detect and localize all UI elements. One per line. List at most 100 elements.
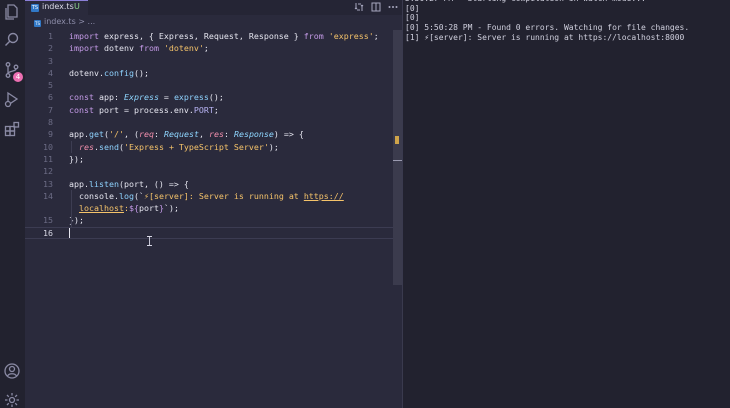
breadcrumb-separator: > bbox=[78, 17, 85, 26]
typescript-file-icon: TS bbox=[31, 4, 39, 12]
terminal-line: [0] bbox=[405, 13, 420, 23]
code-token: const bbox=[69, 92, 94, 103]
line-text: import express, { Express, Request, Resp… bbox=[69, 30, 379, 42]
code-token: (); bbox=[208, 92, 224, 103]
tab-index-ts[interactable]: TS index.ts U bbox=[25, 0, 88, 15]
code-token: = bbox=[158, 92, 174, 103]
line-text: localhost:${port}`); bbox=[69, 202, 179, 214]
line-number: 7 bbox=[48, 104, 53, 115]
vscode-window: 4 TS index.ts U TS index.ts > ... 1 impo… bbox=[0, 0, 730, 408]
editor-scrollbar[interactable] bbox=[393, 30, 402, 285]
line-number: 4 bbox=[48, 67, 53, 78]
code-token: PORT bbox=[193, 104, 214, 115]
code-token: : bbox=[153, 129, 164, 140]
code-token: app. bbox=[69, 178, 89, 189]
code-token: : bbox=[223, 129, 234, 140]
code-token: express, { Express, Request, Response } bbox=[98, 31, 304, 41]
code-token: console. bbox=[69, 190, 119, 201]
line-number: 11 bbox=[43, 153, 53, 164]
tab-label: index.ts bbox=[42, 2, 74, 11]
text-caret bbox=[69, 227, 70, 238]
search-icon[interactable] bbox=[3, 31, 21, 49]
code-token: ) => { bbox=[273, 129, 304, 140]
code-token: from bbox=[138, 43, 159, 54]
code-token: Response bbox=[233, 129, 274, 140]
code-token: send bbox=[99, 141, 119, 152]
more-actions-icon[interactable] bbox=[388, 2, 398, 12]
code-token: https:// bbox=[303, 190, 344, 201]
code-token: ; bbox=[373, 31, 379, 41]
code-token: app: bbox=[93, 92, 124, 103]
line-number: 13 bbox=[43, 178, 53, 189]
terminal-line: [0] bbox=[405, 3, 420, 13]
code-line[interactable]: 8 bbox=[25, 116, 395, 128]
breadcrumb-file[interactable]: index.ts bbox=[44, 17, 76, 26]
code-token: req bbox=[138, 129, 154, 140]
breadcrumb: TS index.ts > ... bbox=[34, 17, 95, 29]
scrollbar-cursor-marker bbox=[393, 160, 402, 161]
line-number: 5 bbox=[48, 80, 53, 91]
terminal-line: [0] 5:50:28 PM - Found 0 errors. Watchin… bbox=[405, 23, 690, 33]
line-number: 15 bbox=[43, 215, 53, 226]
code-line[interactable]: 10 res.send('Express + TypeScript Server… bbox=[25, 141, 395, 153]
code-editor[interactable]: 1 import express, { Express, Request, Res… bbox=[25, 30, 402, 240]
tab-untracked-status: U bbox=[74, 2, 80, 11]
line-text: app.get('/', (req: Request, res: Respons… bbox=[69, 128, 304, 140]
scrollbar-change-marker bbox=[395, 136, 399, 144]
split-editor-icon[interactable] bbox=[371, 2, 381, 12]
code-line[interactable]: localhost:${port}`); bbox=[25, 202, 395, 214]
source-control-badge: 4 bbox=[13, 72, 23, 82]
terminal-panel[interactable]: 5:50:27 PM - Starting compilation in wat… bbox=[402, 0, 730, 408]
text-cursor-icon bbox=[146, 236, 153, 246]
line-number: 10 bbox=[43, 141, 53, 152]
code-token: (); bbox=[133, 67, 149, 78]
code-token: (port, () => { bbox=[118, 178, 189, 189]
code-token: port = process.env. bbox=[93, 104, 194, 115]
account-icon[interactable] bbox=[3, 362, 21, 380]
code-line[interactable]: 7 const port = process.env.PORT; bbox=[25, 104, 395, 116]
code-line[interactable]: 4 dotenv.config(); bbox=[25, 67, 395, 79]
code-line[interactable]: 9 app.get('/', (req: Request, res: Respon… bbox=[25, 128, 395, 140]
code-token: localhost bbox=[79, 203, 124, 214]
line-number: 2 bbox=[48, 43, 53, 54]
files-icon[interactable] bbox=[3, 3, 21, 21]
code-token: 'express' bbox=[328, 31, 374, 41]
code-line[interactable]: 16 bbox=[25, 226, 402, 240]
code-line[interactable]: 11}); bbox=[25, 153, 395, 165]
terminal-line: [1] ⚡[server]: Server is running at http… bbox=[405, 32, 685, 42]
line-number: 3 bbox=[48, 55, 53, 66]
code-token: express bbox=[173, 92, 209, 103]
code-token: 'dotenv' bbox=[163, 43, 204, 54]
code-token: get bbox=[88, 129, 104, 140]
line-number: 14 bbox=[43, 190, 53, 201]
code-line[interactable]: 3 bbox=[25, 55, 395, 67]
extensions-icon[interactable] bbox=[3, 120, 21, 138]
code-token: Request bbox=[163, 129, 199, 140]
tab-bar: TS index.ts U bbox=[25, 0, 402, 15]
code-line[interactable]: 1 import express, { Express, Request, Res… bbox=[25, 30, 395, 42]
current-line-highlight bbox=[25, 226, 402, 240]
code-line[interactable]: 2 import dotenv from 'dotenv'; bbox=[25, 42, 395, 54]
code-token: dotenv bbox=[98, 43, 139, 54]
code-token: listen bbox=[88, 178, 119, 189]
code-line[interactable]: 6 const app: Express = express(); bbox=[25, 91, 395, 103]
settings-gear-icon[interactable] bbox=[3, 391, 21, 408]
code-token: Express bbox=[123, 92, 159, 103]
code-line[interactable]: 5 bbox=[25, 79, 395, 91]
breadcrumb-symbols[interactable]: ... bbox=[88, 17, 96, 26]
run-debug-icon[interactable] bbox=[3, 90, 21, 108]
compare-changes-icon[interactable] bbox=[354, 2, 364, 12]
code-line[interactable]: 14 console.log(`⚡[server]: Server is run… bbox=[25, 190, 395, 202]
line-number: 6 bbox=[48, 92, 53, 103]
indent-guide bbox=[71, 189, 72, 227]
code-token: ; bbox=[203, 43, 209, 54]
code-line[interactable]: 15}); bbox=[25, 214, 395, 226]
editor-actions bbox=[354, 2, 398, 13]
code-token: import bbox=[69, 43, 99, 54]
line-text: }); bbox=[69, 153, 84, 165]
code-token: ); bbox=[268, 141, 279, 152]
code-token: 'Express + TypeScript Server' bbox=[123, 141, 269, 152]
line-text: import dotenv from 'dotenv'; bbox=[69, 42, 209, 54]
code-line[interactable]: 12 bbox=[25, 165, 395, 177]
code-line[interactable]: 13 app.listen(port, () => { bbox=[25, 178, 395, 190]
